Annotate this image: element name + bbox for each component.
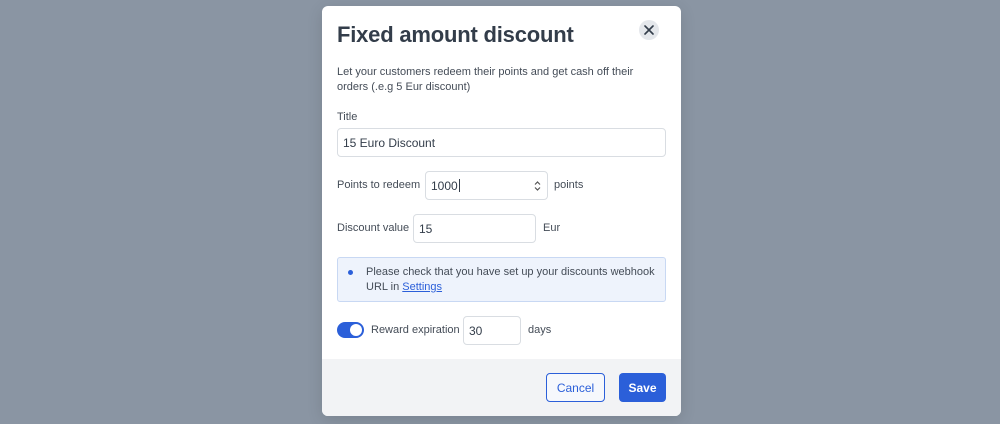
stepper-icon[interactable] — [534, 180, 541, 192]
text-cursor — [458, 179, 460, 192]
bullet-icon — [348, 270, 353, 275]
discount-label: Discount value — [337, 222, 410, 234]
discount-unit: Eur — [543, 222, 561, 234]
expiration-label: Reward expiration — [371, 324, 460, 336]
notice-text: Please check that you have set up your d… — [366, 265, 656, 295]
fixed-discount-modal: Fixed amount discount Let your customers… — [322, 6, 681, 416]
expiration-unit: days — [528, 324, 552, 336]
title-label: Title — [337, 111, 358, 123]
toggle-knob — [350, 324, 362, 336]
modal-footer: Cancel Save — [322, 359, 681, 416]
discount-input[interactable]: 15 — [413, 214, 536, 243]
points-label: Points to redeem — [337, 179, 421, 191]
title-input[interactable]: 15 Euro Discount — [337, 128, 666, 157]
expiration-input-value: 30 — [469, 323, 483, 338]
title-input-value: 15 Euro Discount — [343, 135, 436, 150]
close-icon — [644, 25, 654, 35]
save-button[interactable]: Save — [619, 373, 666, 402]
webhook-notice: Please check that you have set up your d… — [337, 257, 666, 302]
modal-description: Let your customers redeem their points a… — [337, 66, 634, 93]
modal-title: Fixed amount discount — [337, 22, 574, 47]
points-unit: points — [554, 179, 584, 191]
close-button[interactable] — [639, 20, 659, 40]
cancel-button[interactable]: Cancel — [546, 373, 605, 402]
points-input-value: 1000 — [431, 178, 458, 193]
discount-input-value: 15 — [419, 221, 433, 236]
settings-link[interactable]: Settings — [402, 281, 442, 293]
expiration-toggle[interactable] — [337, 322, 364, 338]
points-input[interactable]: 1000 — [425, 171, 548, 200]
expiration-input[interactable]: 30 — [463, 316, 521, 345]
